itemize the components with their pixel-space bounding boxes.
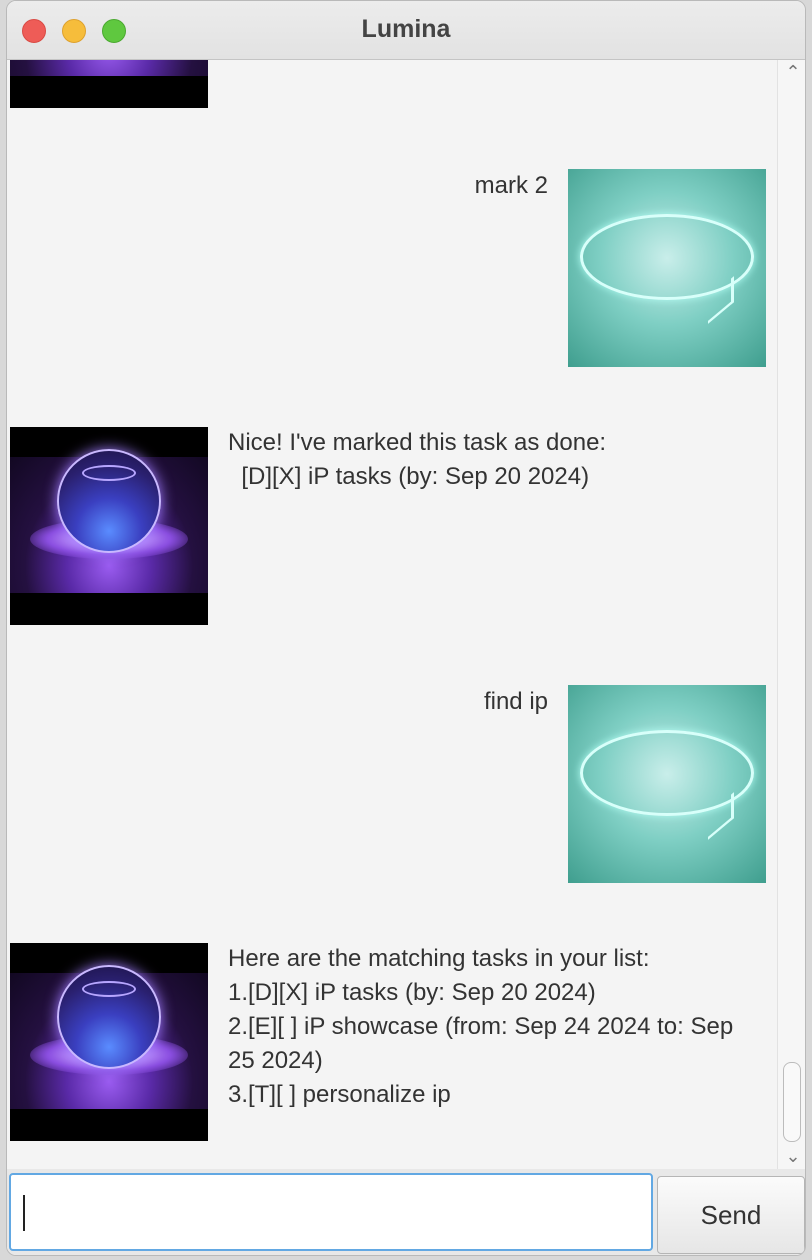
message-input[interactable] [9,1173,653,1251]
user-message-text: mark 2 [474,172,548,199]
chevron-up-icon[interactable]: ⌃ [778,62,805,83]
scrollbar-thumb[interactable] [783,1062,801,1142]
app-window: Lumina mark 2 Nice! I've marked this tas… [6,0,806,1256]
window-title: Lumina [361,15,451,43]
title-bar: Lumina [7,1,805,60]
user-avatar [568,169,766,367]
bot-message-text: Nice! I've marked this task as done: [D]… [228,429,607,490]
orb-icon [57,965,161,1069]
input-bar: Send [7,1169,805,1255]
bot-avatar [10,427,208,625]
chevron-down-icon[interactable]: ⌄ [778,1146,805,1167]
orb-icon [57,449,161,553]
bot-avatar [10,943,208,1141]
user-avatar [568,685,766,883]
vertical-scrollbar[interactable]: ⌃ ⌄ [777,60,805,1169]
chat-scroll-pane[interactable]: mark 2 Nice! I've marked this task as do… [7,60,777,1169]
bot-avatar-partial [10,60,208,108]
text-caret [23,1195,25,1231]
send-button[interactable]: Send [657,1176,805,1254]
bot-message-text: Here are the matching tasks in your list… [228,945,734,1108]
user-message-text: find ip [483,688,548,715]
